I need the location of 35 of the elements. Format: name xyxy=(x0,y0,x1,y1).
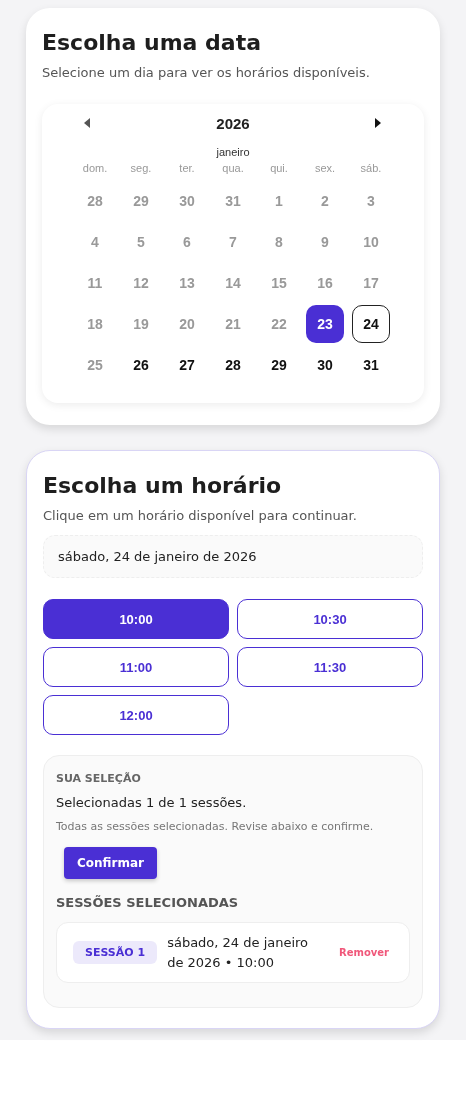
time-slot-button[interactable]: 11:00 xyxy=(43,647,229,687)
selected-date-display: sábado, 24 de janeiro de 2026 xyxy=(43,535,423,578)
session-text: sábado, 24 de janeiro de 2026 • 10:00 xyxy=(167,934,310,972)
calendar-day[interactable]: 31 xyxy=(352,345,390,384)
time-slot-button[interactable]: 10:00 xyxy=(43,599,229,639)
time-slot-button[interactable]: 11:30 xyxy=(237,647,423,687)
card-title: Escolha um horário xyxy=(43,473,283,498)
confirm-button[interactable]: Confirmar xyxy=(64,847,157,879)
year-label: 2026 xyxy=(216,114,250,132)
month-label: janeiro xyxy=(215,146,251,158)
selection-hint: Todas as sessões selecionadas. Revise abaixo e confirme. xyxy=(56,820,375,833)
card-subtitle: Clique em um horário disponível para continuar. xyxy=(43,508,358,523)
calendar-day[interactable]: 30 xyxy=(306,345,344,384)
calendar-day[interactable]: 26 xyxy=(122,345,160,384)
calendar-day[interactable]: 28 xyxy=(214,345,252,384)
weekday-label: ter. xyxy=(179,162,195,176)
card-title: Escolha uma data xyxy=(42,30,263,55)
selection-count: Selecionadas 1 de 1 sessões. xyxy=(56,795,248,810)
time-slot-button[interactable]: 12:00 xyxy=(43,695,229,735)
calendar-day[interactable]: 23 xyxy=(306,304,344,343)
weekday-label: qui. xyxy=(270,162,288,176)
weekday-label: qua. xyxy=(222,162,244,176)
weekday-label: seg. xyxy=(130,162,152,176)
calendar-day[interactable]: 27 xyxy=(168,345,206,384)
calendar-day[interactable]: 29 xyxy=(260,345,298,384)
weekday-label: sáb. xyxy=(360,162,382,176)
time-slot-button[interactable]: 10:30 xyxy=(237,599,423,639)
section-heading: SESSÕES SELECIONADAS xyxy=(56,895,240,910)
remove-button[interactable]: Remover xyxy=(335,943,393,962)
weekday-label: dom. xyxy=(82,162,108,176)
section-heading: SUA SELEÇÃO xyxy=(56,772,142,785)
weekday-label: sex. xyxy=(314,162,336,176)
card-subtitle: Selecione um dia para ver os horários disponíveis. xyxy=(42,65,371,80)
calendar-day[interactable]: 24 xyxy=(352,304,390,343)
session-tag: SESSÃO 1 xyxy=(73,941,158,964)
